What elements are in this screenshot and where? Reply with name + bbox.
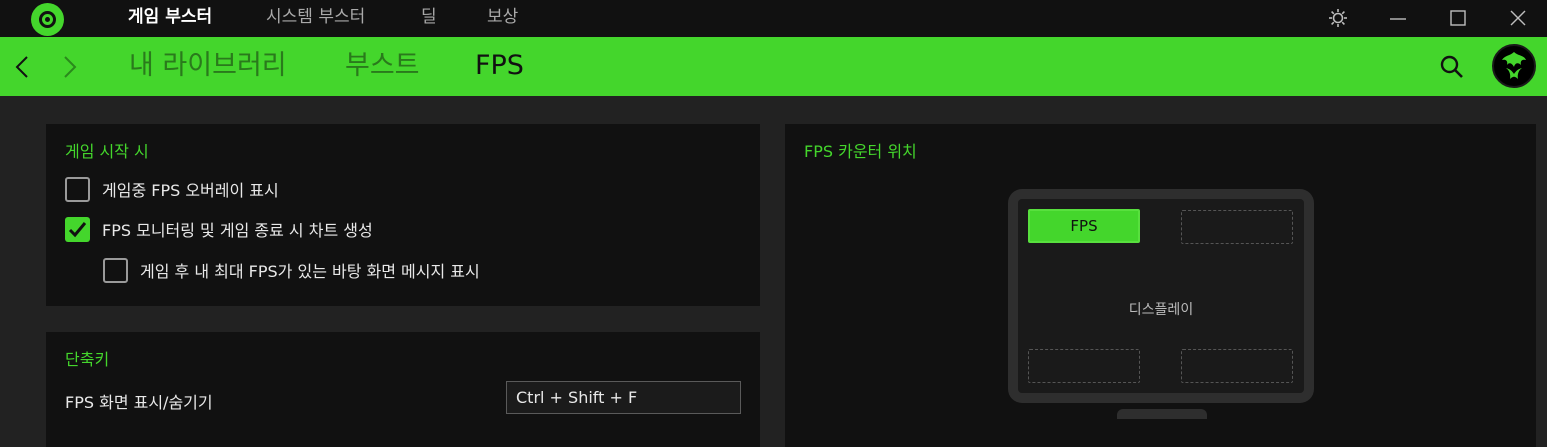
toggle-fps-label: FPS 화면 표시/숨기기: [65, 393, 213, 412]
max-fps-message-checkbox[interactable]: [103, 257, 128, 283]
slot-top-left[interactable]: FPS: [1028, 209, 1140, 243]
fps-overlay-checkbox[interactable]: [65, 176, 90, 202]
tab-game-booster[interactable]: 게임 부스터: [128, 0, 212, 37]
slot-bottom-left[interactable]: [1028, 349, 1140, 383]
shortcuts-panel: 단축키 FPS 화면 표시/숨기기 Ctrl + Shift + F: [46, 332, 760, 447]
back-arrow-icon[interactable]: [13, 55, 33, 79]
display-label: 디스플레이: [1128, 302, 1194, 318]
slot-bottom-right[interactable]: [1181, 349, 1293, 383]
fps-position-title: FPS 카운터 위치: [804, 142, 917, 161]
slot-top-right[interactable]: [1181, 210, 1293, 244]
fps-chart-checkbox[interactable]: [65, 216, 90, 242]
tab-my-library[interactable]: 내 라이브러리: [129, 37, 287, 96]
close-icon[interactable]: [1506, 6, 1530, 30]
tab-fps[interactable]: FPS: [475, 37, 524, 96]
tab-boost[interactable]: 부스트: [345, 37, 420, 96]
app-logo-icon: [31, 3, 64, 36]
option-max-fps-message[interactable]: 게임 후 내 최대 FPS가 있는 바탕 화면 메시지 표시: [103, 257, 480, 283]
fps-chart-label: FPS 모니터링 및 게임 종료 시 차트 생성: [102, 221, 373, 240]
option-fps-overlay[interactable]: 게임중 FPS 오버레이 표시: [65, 176, 279, 202]
max-fps-message-label: 게임 후 내 최대 FPS가 있는 바탕 화면 메시지 표시: [140, 262, 480, 281]
title-bar: 게임 부스터 시스템 부스터 딜 보상: [0, 0, 1547, 37]
hotkey-field[interactable]: Ctrl + Shift + F: [506, 381, 741, 414]
search-icon[interactable]: [1439, 54, 1465, 80]
avatar[interactable]: [1492, 44, 1536, 88]
game-start-panel: 게임 시작 시 게임중 FPS 오버레이 표시 FPS 모니터링 및 게임 종료…: [46, 124, 760, 306]
monitor-preview: FPS 디스플레이: [1008, 189, 1314, 403]
display-screen: FPS 디스플레이: [1018, 199, 1304, 393]
maximize-icon[interactable]: [1446, 6, 1470, 30]
nav-bar: 내 라이브러리 부스트 FPS: [0, 37, 1547, 96]
monitor-stand: [1117, 409, 1207, 419]
forward-arrow-icon[interactable]: [59, 55, 79, 79]
game-start-title: 게임 시작 시: [65, 142, 149, 161]
tab-rewards[interactable]: 보상: [487, 0, 518, 37]
minimize-icon[interactable]: [1386, 6, 1410, 30]
shortcuts-title: 단축키: [65, 350, 110, 369]
tab-deals[interactable]: 딜: [421, 0, 437, 37]
settings-icon[interactable]: [1326, 6, 1350, 30]
option-fps-chart[interactable]: FPS 모니터링 및 게임 종료 시 차트 생성: [65, 216, 373, 242]
fps-overlay-label: 게임중 FPS 오버레이 표시: [102, 181, 279, 200]
fps-position-panel: FPS 카운터 위치 FPS 디스플레이: [785, 124, 1536, 447]
tab-system-booster[interactable]: 시스템 부스터: [266, 0, 365, 37]
